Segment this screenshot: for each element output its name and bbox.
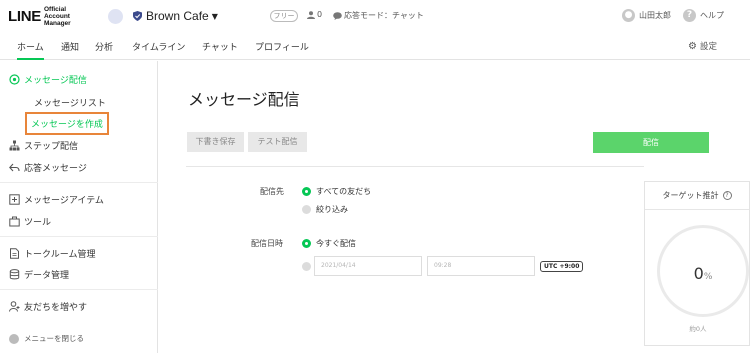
- timezone-badge: UTC +9:00: [540, 261, 584, 272]
- radio-selected-icon: [302, 187, 311, 196]
- question-icon[interactable]: ?: [722, 191, 732, 200]
- sidebar-item-data-management[interactable]: データ管理: [9, 268, 69, 281]
- section-divider: [186, 166, 644, 167]
- add-square-icon: [9, 194, 20, 205]
- sidebar-item-tools[interactable]: ツール: [9, 215, 51, 228]
- target-percent: 0%: [660, 264, 746, 283]
- tab-timeline[interactable]: タイムライン: [132, 40, 185, 60]
- save-draft-button[interactable]: 下書き保存: [187, 132, 244, 152]
- sidebar-divider: [0, 182, 158, 183]
- settings-label: 設定: [699, 42, 717, 52]
- logo-subtitle: Official Account Manager: [43, 6, 71, 27]
- friend-count-value: 0: [317, 10, 323, 19]
- tab-notifications[interactable]: 通知: [61, 40, 79, 60]
- logo-text: LINE: [8, 8, 41, 25]
- target-estimate-title: ターゲット推計: [662, 191, 719, 200]
- radio-send-now[interactable]: 今すぐ配信: [302, 238, 356, 249]
- top-bar: LINE Official Account Manager Brown Cafe…: [0, 0, 750, 32]
- collapse-icon: [9, 333, 19, 344]
- radio-filter[interactable]: 絞り込み: [302, 204, 348, 215]
- radio-label: 絞り込み: [316, 205, 348, 214]
- send-button[interactable]: 配信: [593, 132, 709, 153]
- target-percent-value: 0: [693, 264, 704, 283]
- sidebar-item-label: ステップ配信: [24, 142, 79, 152]
- sidebar-item-message-items[interactable]: メッセージアイテム: [9, 193, 104, 206]
- page-title: メッセージ配信: [188, 90, 300, 109]
- response-mode[interactable]: 応答モード：チャット: [333, 10, 424, 21]
- radio-unselected-icon: [302, 205, 311, 214]
- sidebar-item-auto-response[interactable]: 応答メッセージ: [9, 161, 87, 174]
- user-menu[interactable]: ● 山田太郎: [622, 9, 671, 22]
- main-nav: ホーム 通知 分析 タイムライン チャット プロフィール ⚙ 設定: [0, 36, 750, 60]
- sidebar-item-label: 友だちを増やす: [24, 303, 88, 313]
- target-count: 約0人: [689, 325, 707, 333]
- sidebar-item-increase-friends[interactable]: 友だちを増やす: [9, 300, 87, 313]
- toolbox-icon: [9, 216, 20, 227]
- line-logo[interactable]: LINE Official Account Manager: [8, 6, 88, 27]
- tab-profile[interactable]: プロフィール: [255, 40, 309, 60]
- account-switcher[interactable]: Brown Cafe ▼: [108, 7, 218, 25]
- sidebar-item-label: ツール: [24, 218, 52, 228]
- question-icon: ?: [683, 9, 696, 22]
- plan-badge: フリー: [270, 10, 298, 22]
- recipient-label: 配信先: [260, 187, 284, 196]
- radio-label: すべての友だち: [316, 187, 372, 196]
- database-icon: [9, 269, 20, 280]
- radio-all-friends[interactable]: すべての友だち: [302, 186, 371, 197]
- user-name: 山田太郎: [639, 11, 671, 20]
- person-icon: [307, 10, 315, 19]
- sidebar-item-step-delivery[interactable]: ステップ配信: [9, 139, 78, 152]
- target-estimate-header: ターゲット推計 ?: [645, 182, 749, 210]
- radio-label: 今すぐ配信: [316, 239, 356, 248]
- sidebar-item-label: 応答メッセージ: [24, 164, 87, 174]
- target-estimate-panel: ターゲット推計 ? 0% 約0人: [644, 181, 750, 346]
- chat-bubble-icon: [333, 11, 342, 20]
- sidebar-item-label: データ管理: [24, 271, 70, 281]
- reply-icon: [9, 163, 20, 172]
- help-link[interactable]: ? ヘルプ: [683, 9, 724, 22]
- tab-analytics[interactable]: 分析: [95, 40, 113, 60]
- sidebar-item-label: トークルーム管理: [24, 250, 96, 260]
- sidebar-divider: [0, 236, 158, 237]
- target-donut-chart: 0%: [657, 225, 749, 317]
- document-icon: [10, 248, 19, 259]
- chevron-down-icon: ▼: [211, 11, 218, 21]
- settings-link[interactable]: ⚙ 設定: [688, 40, 717, 53]
- tab-home[interactable]: ホーム: [17, 40, 44, 60]
- test-send-button[interactable]: テスト配信: [248, 132, 307, 152]
- verified-shield-icon: [133, 11, 142, 21]
- response-mode-label: 応答モード：チャット: [344, 11, 424, 20]
- add-friend-icon: [9, 301, 20, 312]
- sidebar-item-label: メッセージ配信: [24, 76, 87, 86]
- hierarchy-icon: [9, 140, 20, 151]
- broadcast-icon: [9, 74, 20, 85]
- sidebar-item-label: メッセージアイテム: [24, 196, 104, 206]
- radio-unselected-icon: [302, 262, 311, 271]
- account-avatar: [108, 8, 123, 24]
- friend-count: 0: [307, 10, 322, 19]
- target-percent-unit: %: [703, 272, 713, 282]
- sidebar-subitem-message-list[interactable]: メッセージリスト: [34, 96, 106, 109]
- sidebar-subitem-create-message[interactable]: メッセージを作成: [25, 112, 109, 135]
- datetime-label: 配信日時: [251, 239, 283, 248]
- time-input[interactable]: 09:28: [427, 256, 535, 276]
- close-menu-button[interactable]: メニューを閉じる: [9, 333, 84, 344]
- close-menu-label: メニューを閉じる: [24, 334, 84, 343]
- sidebar-item-message-delivery[interactable]: メッセージ配信: [9, 73, 87, 86]
- gear-icon: ⚙: [688, 40, 697, 52]
- sidebar: メッセージ配信 メッセージリスト メッセージを作成 ステップ配信 応答メッセージ…: [0, 61, 158, 353]
- help-label: ヘルプ: [700, 11, 724, 20]
- sidebar-item-chatroom[interactable]: トークルーム管理: [9, 247, 95, 260]
- date-input[interactable]: 2021/04/14: [314, 256, 422, 276]
- user-avatar-icon: ●: [622, 9, 635, 22]
- account-name: Brown Cafe: [146, 9, 209, 23]
- radio-selected-icon: [302, 239, 311, 248]
- tab-chat[interactable]: チャット: [202, 40, 238, 60]
- sidebar-divider: [0, 289, 158, 290]
